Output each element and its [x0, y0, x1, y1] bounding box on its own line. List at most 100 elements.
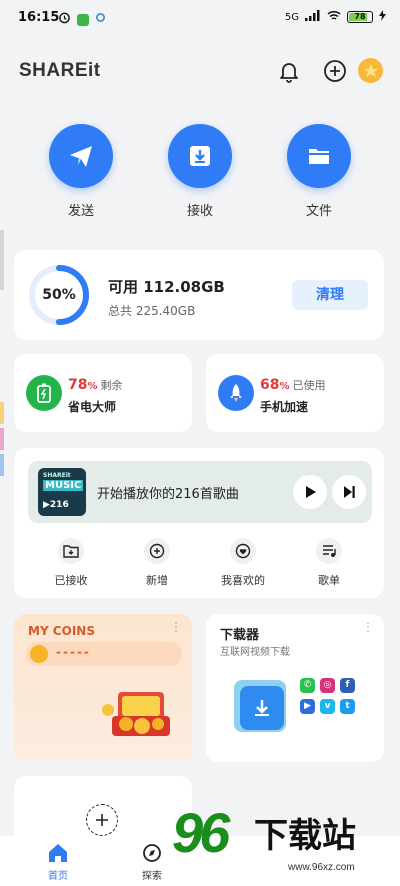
music-received-label: 已接收: [54, 574, 88, 587]
downloader-more-button[interactable]: ⋮: [362, 620, 374, 634]
add-icon[interactable]: [322, 58, 348, 84]
storage-card[interactable]: 50% 可用 112.08GB 总共 225.40GB 清理: [14, 250, 384, 340]
album-brand: SHAREit: [43, 472, 71, 479]
status-bar: 16:15 5G 78: [0, 0, 400, 36]
album-title: MUSIC: [43, 480, 84, 491]
treasure-chest-icon: [102, 692, 170, 736]
facebook-icon: f: [340, 678, 355, 693]
battery-level: 78: [354, 12, 366, 21]
battery-saver-card[interactable]: 78% 剩余 省电大师: [14, 354, 192, 432]
battery-saver-unit: %: [87, 381, 98, 392]
app-header: SHAREit: [0, 52, 400, 92]
rocket-icon: [218, 375, 254, 411]
album-count: ▶216: [43, 500, 69, 510]
coins-balance: -----: [26, 642, 182, 666]
music-banner[interactable]: SHAREit MUSIC ▶216 开始播放你的216首歌曲: [28, 461, 372, 523]
status-icons: [58, 11, 106, 28]
battery-icon: [26, 375, 62, 411]
playlist-icon: [316, 538, 342, 564]
coins-card[interactable]: MY COINS ⋮ -----: [14, 614, 192, 762]
music-received[interactable]: 已接收: [31, 538, 111, 588]
video-icon: ▶: [300, 699, 315, 714]
receive-button[interactable]: 接收: [160, 124, 240, 219]
phone-booster-unit: %: [279, 381, 290, 392]
skip-next-icon: [344, 486, 355, 498]
explore-icon: [143, 844, 161, 862]
nav-home-label: 首页: [48, 871, 68, 882]
storage-total: 总共 225.40GB: [108, 304, 196, 318]
storage-percent: 50%: [42, 287, 76, 303]
phone-booster-stat: 68% 已使用: [260, 377, 326, 393]
watermark-text: 下载站: [254, 816, 356, 856]
music-favorites-label: 我喜欢的: [221, 574, 265, 587]
play-button[interactable]: [293, 475, 327, 509]
watermark-number: 96: [172, 801, 230, 864]
status-right: 5G 78: [285, 10, 386, 24]
twitter-icon: t: [340, 699, 355, 714]
music-banner-text: 开始播放你的216首歌曲: [97, 487, 239, 502]
download-icon: [240, 686, 284, 730]
bell-icon[interactable]: [276, 58, 302, 84]
side-tab: [0, 428, 4, 450]
home-icon: [49, 844, 67, 862]
app-logo: SHAREit: [19, 60, 101, 81]
network-label: 5G: [284, 11, 299, 23]
album-art: SHAREit MUSIC ▶216: [38, 468, 86, 516]
watermark-url: www.96xz.com: [288, 862, 355, 873]
charging-icon: [379, 10, 386, 24]
coins-value: -----: [56, 645, 91, 659]
phone-booster-pct: 68: [260, 377, 280, 393]
files-label: 文件: [305, 204, 332, 219]
app-notification-icon: [77, 13, 89, 26]
alarm-icon: [58, 11, 71, 28]
send-label: 发送: [67, 204, 94, 219]
scroll-indicator: [0, 230, 4, 290]
coin-icon[interactable]: [358, 58, 383, 83]
phone-booster-name: 手机加速: [260, 400, 309, 414]
music-card: SHAREit MUSIC ▶216 开始播放你的216首歌曲 已接收 新增 我…: [14, 448, 384, 598]
add-icon[interactable]: [86, 804, 118, 836]
battery-saver-pct: 78: [68, 377, 88, 393]
phone-booster-note: 已使用: [292, 379, 326, 392]
battery-indicator: 78: [347, 11, 373, 23]
coins-more-button[interactable]: ⋮: [170, 620, 182, 634]
whatsapp-icon: ✆: [300, 678, 315, 693]
storage-available: 可用 112.08GB: [108, 278, 225, 296]
phone-booster-card[interactable]: 68% 已使用 手机加速: [206, 354, 384, 432]
site-watermark: 96 下载站 www.96xz.com: [172, 800, 400, 886]
folder-icon: [287, 124, 351, 188]
coins-title: MY COINS: [28, 624, 95, 638]
paper-plane-icon: [49, 124, 113, 188]
send-button[interactable]: 发送: [41, 124, 121, 219]
clean-button[interactable]: 清理: [292, 280, 368, 310]
side-tab: [0, 454, 4, 476]
downloader-title: 下载器: [220, 628, 260, 643]
battery-saver-stat: 78% 剩余: [68, 377, 123, 393]
receive-label: 接收: [186, 204, 213, 219]
side-tab: [0, 402, 4, 424]
signal-icon: [305, 10, 321, 24]
battery-saver-name: 省电大师: [68, 400, 117, 414]
nav-home[interactable]: 首页: [28, 842, 88, 882]
music-new[interactable]: 新增: [117, 538, 197, 588]
battery-saver-note: 剩余: [100, 379, 123, 392]
play-icon: [306, 486, 316, 498]
music-favorites[interactable]: 我喜欢的: [203, 538, 283, 588]
next-button[interactable]: [332, 475, 366, 509]
music-new-label: 新增: [146, 574, 168, 587]
heart-icon: [230, 538, 256, 564]
sync-icon: [95, 12, 106, 27]
downloader-subtitle: 互联网视频下载: [220, 647, 290, 658]
music-playlists-label: 歌单: [318, 574, 340, 587]
wifi-icon: [327, 10, 341, 24]
vimeo-icon: v: [320, 699, 335, 714]
download-box-icon: [168, 124, 232, 188]
folder-download-icon: [58, 538, 84, 564]
files-button[interactable]: 文件: [279, 124, 359, 219]
downloader-card[interactable]: 下载器 互联网视频下载 ⋮ ✆ ◎ f ▶ v t: [206, 614, 384, 762]
status-time: 16:15: [18, 10, 60, 25]
coin-icon: [30, 645, 48, 663]
instagram-icon: ◎: [320, 678, 335, 693]
plus-circle-icon: [144, 538, 170, 564]
music-playlists[interactable]: 歌单: [289, 538, 369, 588]
